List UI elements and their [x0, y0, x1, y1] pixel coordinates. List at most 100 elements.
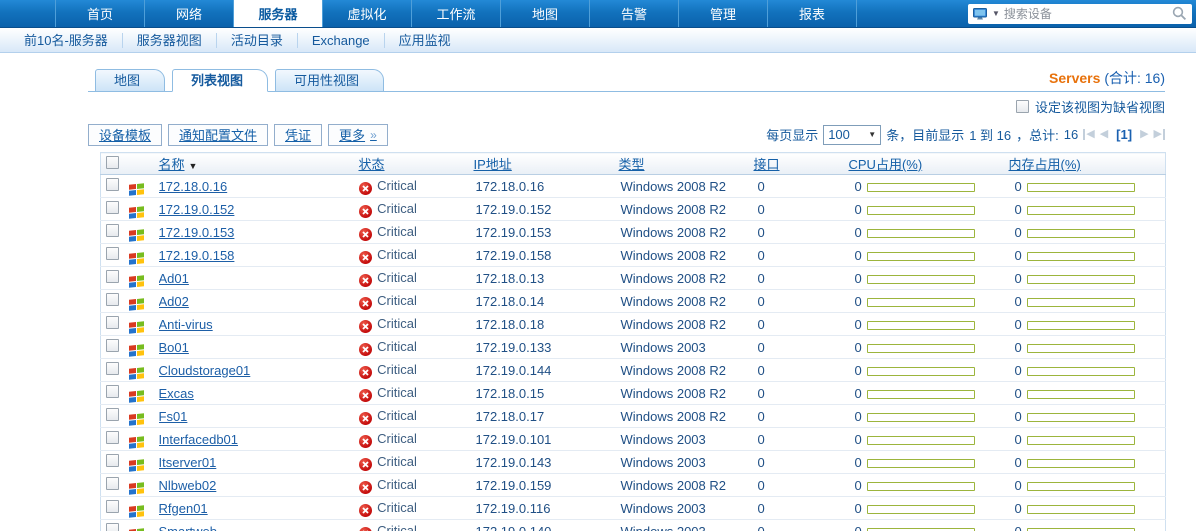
sub-nav-item[interactable]: 活动目录	[217, 33, 298, 48]
top-nav-item-label: 报表	[799, 4, 825, 23]
cpu-usage-value: 0	[855, 501, 862, 516]
cpu-usage-bar	[867, 298, 975, 307]
sort-desc-icon[interactable]: ▼	[189, 161, 198, 171]
first-page-icon[interactable]: ◀	[1083, 129, 1094, 140]
row-checkbox[interactable]	[106, 270, 119, 283]
row-checkbox[interactable]	[106, 247, 119, 260]
view-tab[interactable]: 可用性视图	[275, 69, 384, 92]
search-icon[interactable]	[1172, 6, 1187, 21]
interface-count: 0	[754, 405, 849, 428]
device-name-link[interactable]: Excas	[159, 386, 194, 401]
status-text: Critical	[377, 385, 417, 400]
header-name[interactable]: 名称	[159, 157, 185, 172]
cpu-usage-value: 0	[855, 271, 862, 286]
device-name-link[interactable]: 172.19.0.152	[159, 202, 235, 217]
toolbar-button[interactable]: 通知配置文件	[168, 124, 268, 146]
status-text: Critical	[377, 362, 417, 377]
ip-address: 172.19.0.140	[474, 520, 619, 531]
device-name-link[interactable]: Rfgen01	[159, 501, 208, 516]
row-checkbox[interactable]	[106, 454, 119, 467]
device-name-link[interactable]: Itserver01	[159, 455, 217, 470]
sub-nav-item[interactable]: 服务器视图	[123, 33, 217, 48]
memory-usage-value: 0	[1015, 294, 1022, 309]
device-name-link[interactable]: Smartweb	[159, 524, 218, 531]
row-checkbox[interactable]	[106, 224, 119, 237]
header-interfaces[interactable]: 接口	[754, 157, 780, 172]
view-tab[interactable]: 地图	[95, 69, 165, 92]
sub-nav-item[interactable]: Exchange	[298, 33, 385, 48]
device-name-link[interactable]: Ad01	[159, 271, 189, 286]
row-checkbox[interactable]	[106, 293, 119, 306]
top-nav-item[interactable]: 服务器	[234, 0, 323, 27]
windows-os-icon	[129, 229, 144, 242]
view-tab[interactable]: 列表视图	[172, 69, 268, 92]
row-checkbox[interactable]	[106, 339, 119, 352]
header-type[interactable]: 类型	[619, 157, 645, 172]
status-text: Critical	[377, 293, 417, 308]
top-nav-item[interactable]: 首页	[56, 0, 145, 27]
last-page-icon[interactable]: ▶	[1154, 129, 1165, 140]
row-checkbox[interactable]	[106, 385, 119, 398]
cpu-usage-bar	[867, 436, 975, 445]
cpu-usage-value: 0	[855, 202, 862, 217]
default-view-checkbox[interactable]	[1016, 100, 1029, 113]
top-nav-item[interactable]: 报表	[768, 0, 857, 27]
row-checkbox[interactable]	[106, 201, 119, 214]
row-checkbox[interactable]	[106, 362, 119, 375]
sub-nav-item-label: 活动目录	[231, 33, 283, 48]
toolbar-button-label: 设备模板	[99, 125, 151, 144]
top-nav-item[interactable]: 地图	[501, 0, 590, 27]
search-input[interactable]	[1004, 7, 1168, 21]
device-name-link[interactable]: 172.18.0.16	[159, 179, 228, 194]
row-checkbox[interactable]	[106, 431, 119, 444]
device-type: Windows 2003	[619, 497, 754, 520]
row-checkbox[interactable]	[106, 477, 119, 490]
device-name-link[interactable]: Cloudstorage01	[159, 363, 251, 378]
per-page-select[interactable]: 100 ▼	[823, 125, 881, 145]
device-name-link[interactable]: Bo01	[159, 340, 189, 355]
ip-address: 172.18.0.17	[474, 405, 619, 428]
status-text: Critical	[377, 316, 417, 331]
windows-os-icon	[129, 413, 144, 426]
server-row: Cloudstorage01 Critical 172.19.0.144 Win…	[101, 359, 1166, 382]
toolbar-button[interactable]: 凭证	[274, 124, 322, 146]
header-memory[interactable]: 内存占用(%)	[1009, 157, 1081, 172]
more-button[interactable]: 更多 »	[328, 124, 388, 146]
header-cpu[interactable]: CPU占用(%)	[849, 157, 923, 172]
row-checkbox[interactable]	[106, 523, 119, 531]
top-nav-item[interactable]: 工作流	[412, 0, 501, 27]
device-search-box[interactable]: ▼	[968, 4, 1192, 24]
previous-page-icon[interactable]: ◀	[1100, 129, 1108, 140]
toolbar-button[interactable]: 设备模板	[88, 124, 162, 146]
row-checkbox[interactable]	[106, 316, 119, 329]
device-name-link[interactable]: Anti-virus	[159, 317, 213, 332]
device-name-link[interactable]: 172.19.0.153	[159, 225, 235, 240]
top-nav-item[interactable]: 虚拟化	[323, 0, 412, 27]
header-status[interactable]: 状态	[359, 157, 385, 172]
server-row: 172.19.0.153 Critical 172.19.0.153 Windo…	[101, 221, 1166, 244]
device-name-link[interactable]: Nlbweb02	[159, 478, 217, 493]
device-name-link[interactable]: Ad02	[159, 294, 189, 309]
header-ip[interactable]: IP地址	[474, 157, 512, 172]
icon-column-header	[129, 153, 159, 175]
top-nav-item[interactable]: 告警	[590, 0, 679, 27]
top-nav-item-label: 虚拟化	[347, 4, 386, 23]
search-filter-caret-icon[interactable]: ▼	[992, 10, 1000, 18]
device-name-link[interactable]: 172.19.0.158	[159, 248, 235, 263]
server-row: Excas Critical 172.18.0.15 Windows 2008 …	[101, 382, 1166, 405]
device-name-link[interactable]: Fs01	[159, 409, 188, 424]
sub-nav-item[interactable]: 前10名-服务器	[10, 33, 123, 48]
sub-nav-item[interactable]: 应用监视	[385, 33, 465, 48]
windows-os-icon	[129, 275, 144, 288]
next-page-icon[interactable]: ▶	[1140, 129, 1148, 140]
top-nav-item[interactable]: 网络	[145, 0, 234, 27]
current-page-number[interactable]: [1]	[1116, 127, 1132, 142]
select-all-checkbox[interactable]	[106, 156, 119, 169]
row-checkbox[interactable]	[106, 178, 119, 191]
row-checkbox[interactable]	[106, 500, 119, 513]
row-checkbox[interactable]	[106, 408, 119, 421]
ip-address: 172.18.0.16	[474, 175, 619, 198]
server-row: Nlbweb02 Critical 172.19.0.159 Windows 2…	[101, 474, 1166, 497]
top-nav-item[interactable]: 管理	[679, 0, 768, 27]
device-name-link[interactable]: Interfacedb01	[159, 432, 239, 447]
